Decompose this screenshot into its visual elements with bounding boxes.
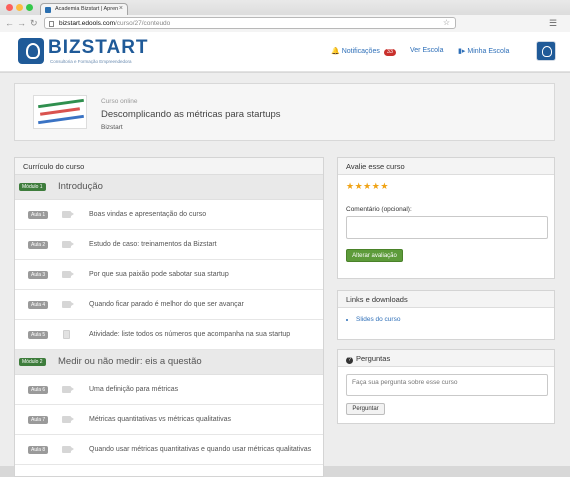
module-badge: Módulo 2 [19,358,46,366]
star-icon[interactable]: ★ [346,181,355,191]
video-icon [62,301,74,308]
video-icon [62,386,74,393]
comment-textarea[interactable] [346,216,548,239]
curriculum-title: Currículo do curso [15,158,323,175]
links-list: Slides do curso [356,316,400,323]
lesson-badge: Aula 4 [28,301,49,309]
lesson-title[interactable]: Por que sua paixão pode sabotar sua star… [89,271,229,278]
video-icon [62,416,74,423]
site-header: BIZSTART Consultoria e Formação Empreend… [0,32,570,72]
favicon-icon [45,7,51,13]
logo-tagline: Consultoria e Formação Empreendedora [50,59,132,64]
main-content: Curso online Descomplicando as métricas … [0,73,570,477]
url-host: bizstart.edools.com [59,19,115,27]
lesson-badge: Aula 8 [28,446,49,454]
course-title: Descomplicando as métricas para startups [101,109,281,120]
lesson-badge: Aula 3 [28,271,49,279]
notifications-label: Notificações [341,48,380,55]
update-rating-button[interactable]: Alterar avaliação [346,249,403,262]
user-avatar[interactable] [536,41,556,61]
browser-toolbar: ← → ↻ bizstart.edools.com/curso/27/conte… [0,15,570,32]
window-controls [6,4,36,13]
browser-tab[interactable]: Academia Bizstart | Apren × [40,3,128,15]
lightbulb-logo-icon [18,38,44,64]
video-icon [62,446,74,453]
lesson-badge: Aula 2 [28,241,49,249]
star-rating[interactable]: ★★★★★ [346,181,389,192]
module-row[interactable]: Módulo 1 Introdução [15,175,323,200]
course-owner: Bizstart [101,124,123,131]
lesson-badge: Aula 1 [28,211,49,219]
lesson-title[interactable]: Quando usar métricas quantitativas e qua… [89,446,311,453]
module-badge: Módulo 1 [19,183,46,191]
lesson-row[interactable]: Aula 6 Uma definição para métricas [15,375,323,405]
back-arrow-icon[interactable]: ← [5,18,14,28]
ask-button[interactable]: Perguntar [346,403,385,415]
questions-title: Perguntas [356,354,391,363]
lesson-row[interactable]: Aula 3 Por que sua paixão pode sabotar s… [15,260,323,290]
lesson-title[interactable]: Quando ficar parado é melhor do que ser … [89,301,244,308]
module-row[interactable]: Módulo 2 Medir ou não medir: eis a quest… [15,350,323,375]
lesson-row[interactable]: Aula 4 Quando ficar parado é melhor do q… [15,290,323,320]
notifications-link[interactable]: 🔔 Notificações 33 [331,47,396,56]
links-title: Links e downloads [338,291,554,308]
lesson-title[interactable]: Atividade: liste todos os números que ac… [89,331,290,338]
questions-panel: ? Perguntas Faça sua pergunta sobre esse … [337,349,555,424]
module-title: Medir ou não medir: eis a questão [58,356,202,367]
lesson-title[interactable]: Métricas quantitativas vs métricas quali… [89,416,231,423]
question-circle-icon: ? [346,357,353,364]
minimize-window-button[interactable] [16,4,23,11]
video-camera-icon: ▮▸ [458,48,466,55]
course-type-label: Curso online [101,98,138,105]
lesson-title[interactable]: Estudo de caso: treinamentos da Bizstart [89,241,217,248]
site-logo[interactable]: BIZSTART Consultoria e Formação Empreend… [18,37,158,68]
my-school-label: Minha Escola [467,48,510,55]
lesson-row[interactable]: Aula 5 Atividade: liste todos os números… [15,320,323,350]
forward-arrow-icon[interactable]: → [17,18,26,28]
lesson-title[interactable]: Uma definição para métricas [89,386,178,393]
tab-title: Academia Bizstart | Apren [55,6,119,12]
lesson-title[interactable]: Boas vindas e apresentação do curso [89,211,206,218]
lesson-row[interactable]: Aula 7 Métricas quantitativas vs métrica… [15,405,323,435]
browser-menu-icon[interactable]: ☰ [549,18,557,29]
question-textarea[interactable]: Faça sua pergunta sobre esse curso [346,374,548,396]
lesson-badge: Aula 7 [28,416,49,424]
star-icon[interactable]: ★ [355,181,364,191]
star-icon[interactable]: ★ [363,181,372,191]
rating-panel: Avalie esse curso ★★★★★ Comentário (opci… [337,157,555,279]
reload-icon[interactable]: ↻ [30,18,38,29]
lesson-badge: Aula 5 [28,331,49,339]
logo-text: BIZSTART [48,37,149,58]
video-icon [62,241,74,248]
comment-label: Comentário (opcional): [346,206,412,213]
video-icon [62,211,74,218]
course-thumbnail [33,95,87,129]
address-bar[interactable]: bizstart.edools.com/curso/27/conteudo ☆ [44,17,456,29]
notifications-badge: 33 [383,48,396,56]
module-title: Introdução [58,181,103,192]
url-path: /curso/27/conteudo [115,19,171,27]
my-school-link[interactable]: ▮▸ Minha Escola [458,47,509,55]
star-icon[interactable]: ★ [380,181,389,191]
tab-close-icon[interactable]: × [119,5,123,12]
lesson-row[interactable]: Aula 8 Quando usar métricas quantitativa… [15,435,323,465]
rating-title: Avalie esse curso [338,158,554,175]
video-icon [62,271,74,278]
close-window-button[interactable] [6,4,13,11]
page-icon [49,20,54,27]
maximize-window-button[interactable] [26,4,33,11]
browser-chrome: Academia Bizstart | Apren × ← → ↻ bizsta… [0,0,570,32]
course-header-card: Curso online Descomplicando as métricas … [14,83,555,141]
links-panel: Links e downloads Slides do curso [337,290,555,340]
lesson-row[interactable]: Aula 1 Boas vindas e apresentação do cur… [15,200,323,230]
lesson-badge: Aula 6 [28,386,49,394]
slides-link[interactable]: Slides do curso [356,316,400,323]
bookmark-star-icon[interactable]: ☆ [443,18,450,27]
bell-icon: 🔔 [331,48,340,55]
view-school-link[interactable]: Ver Escola [410,47,443,54]
document-icon [63,330,70,339]
curriculum-panel: Currículo do curso Módulo 1 Introdução A… [14,157,324,477]
questions-header: ? Perguntas [338,350,554,367]
lesson-row[interactable]: Aula 2 Estudo de caso: treinamentos da B… [15,230,323,260]
